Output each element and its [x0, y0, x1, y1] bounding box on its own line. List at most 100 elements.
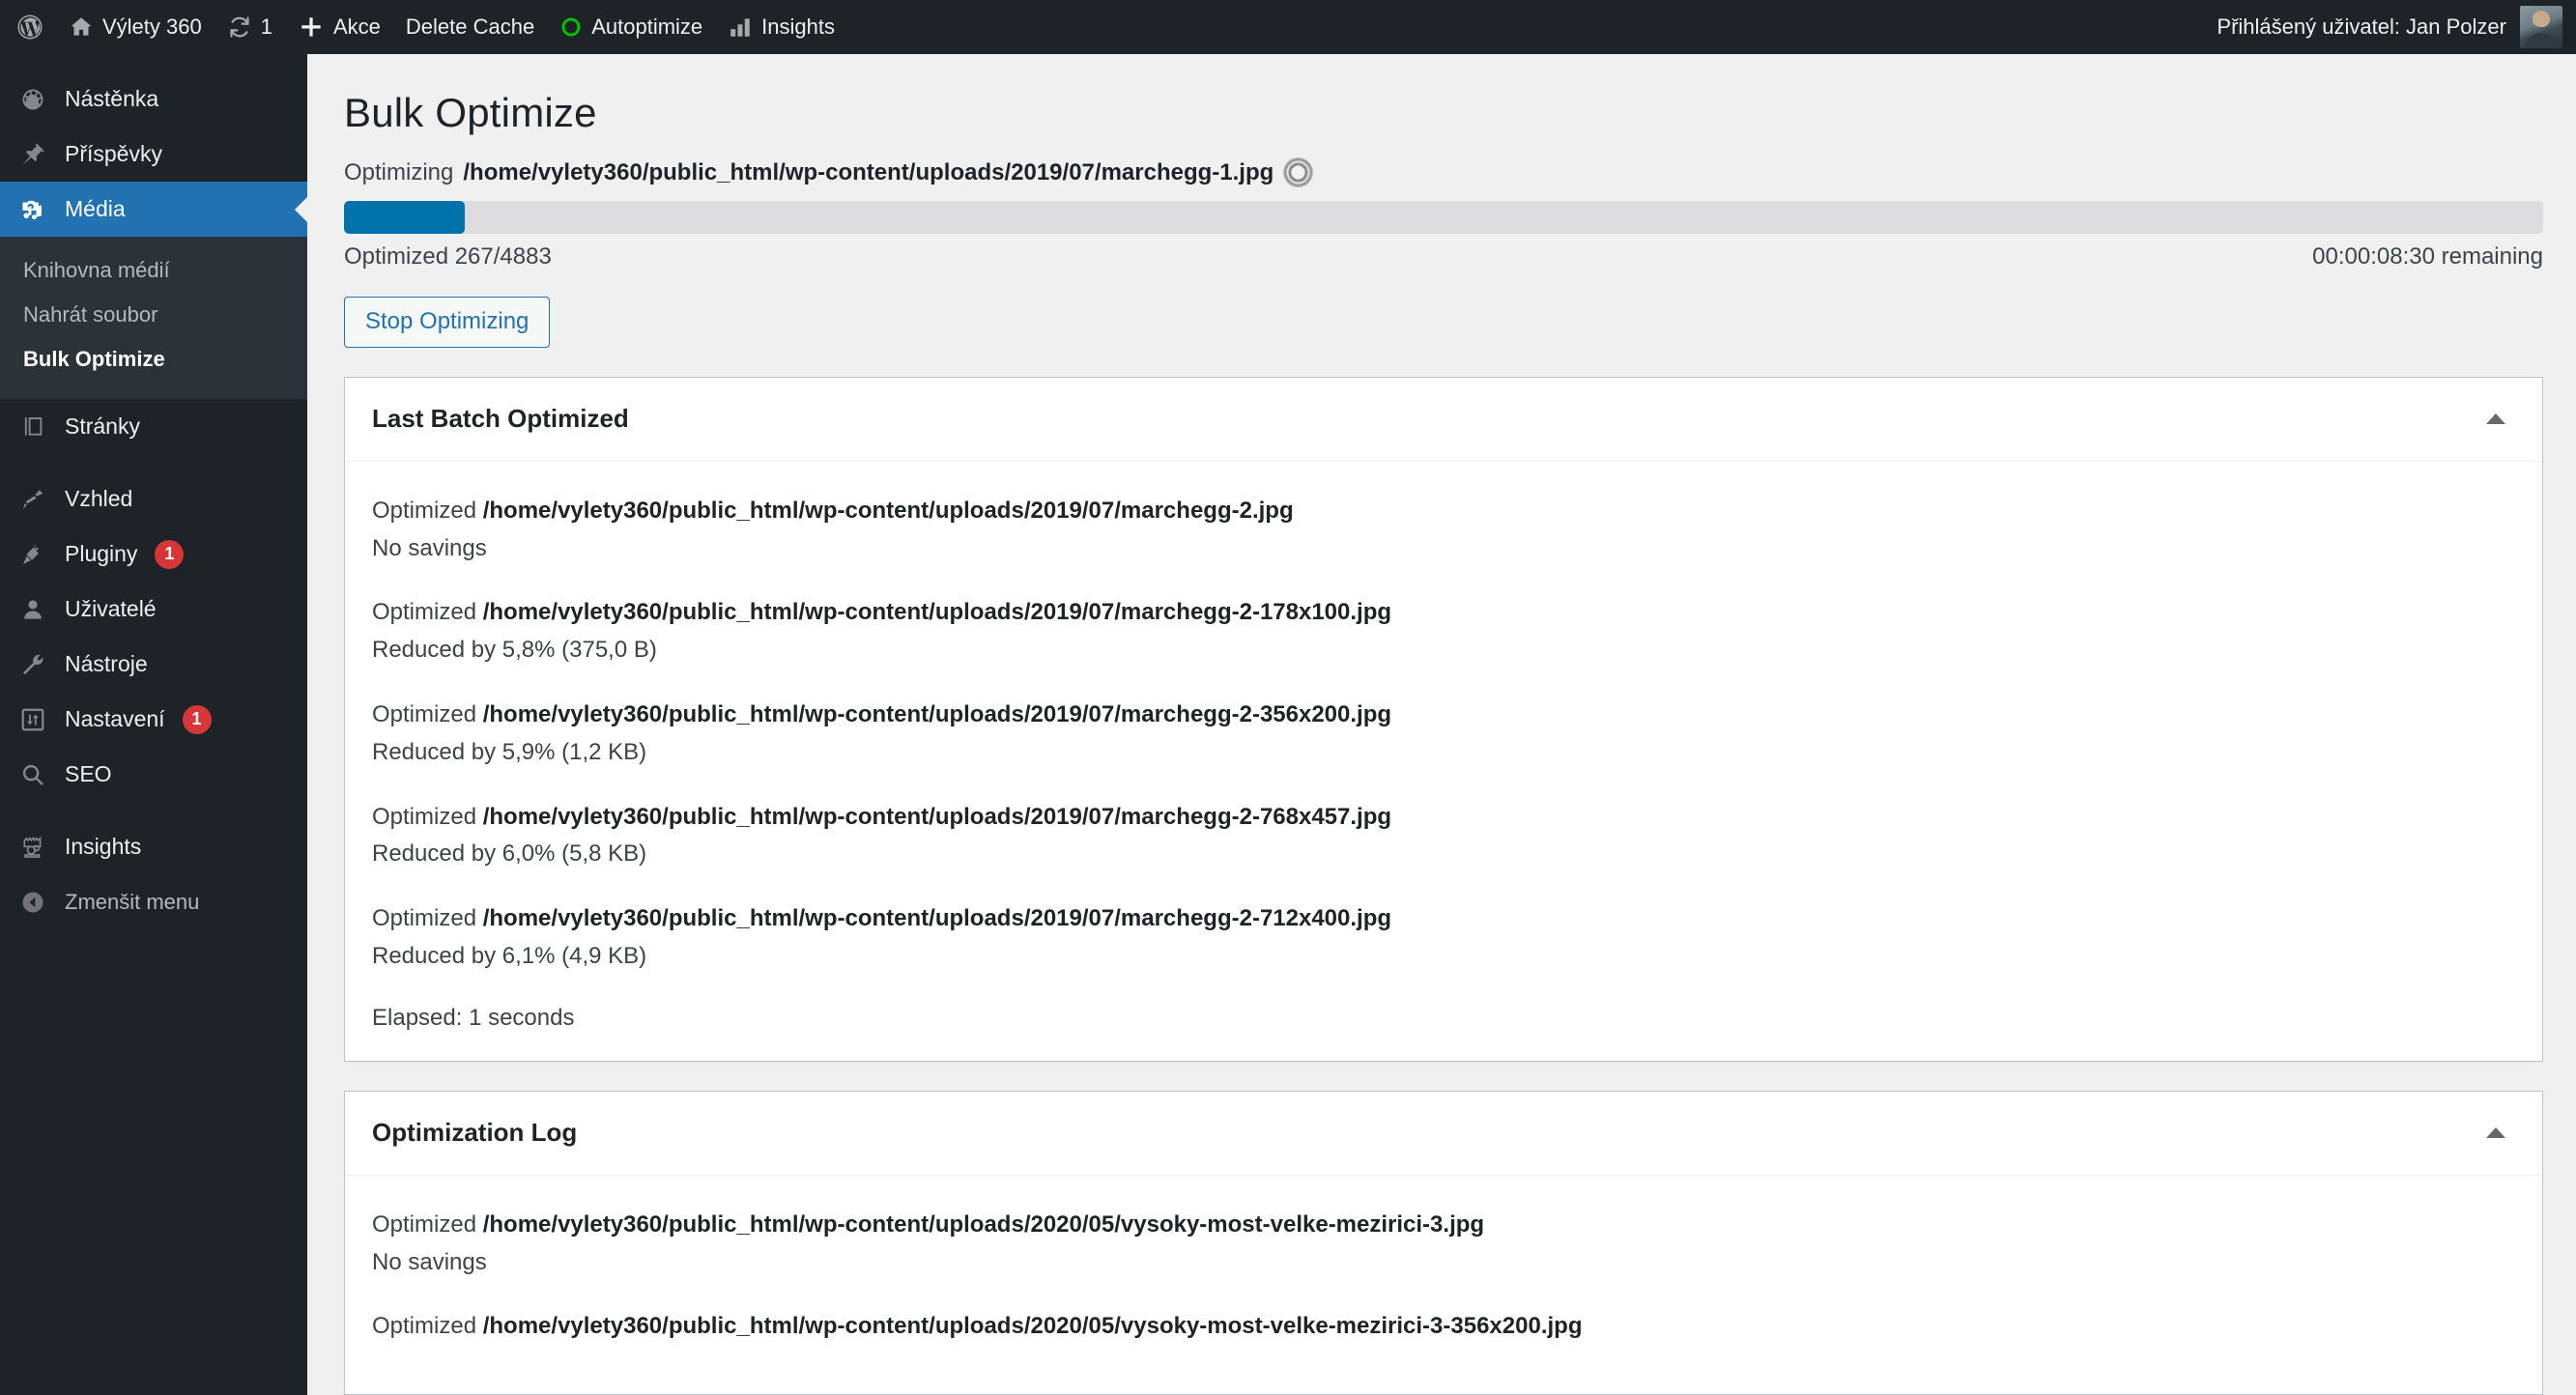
- dashboard-icon: [16, 83, 49, 116]
- sidebar-item-dashboard[interactable]: Nástěnka: [0, 71, 307, 127]
- autoptimize-label: Autoptimize: [591, 14, 703, 39]
- site-name-label: Výlety 360: [102, 14, 202, 39]
- sidebar-item-plugins[interactable]: Pluginy 1: [0, 527, 307, 582]
- home-icon: [69, 14, 94, 40]
- search-icon: [16, 758, 49, 791]
- pin-icon: [16, 138, 49, 171]
- panel-title: Last Batch Optimized: [372, 404, 629, 434]
- sidebar-item-insights[interactable]: Insights: [0, 819, 307, 874]
- sidebar-item-label: Pluginy: [65, 541, 138, 566]
- settings-sliders-icon: [16, 703, 49, 736]
- entry-prefix: Optimized: [372, 1210, 477, 1238]
- panel-body: Optimized /home/vylety360/public_html/wp…: [345, 1176, 2542, 1394]
- settings-update-badge: 1: [182, 704, 212, 734]
- sidebar-subitem-upload-file[interactable]: Nahrát soubor: [0, 293, 307, 337]
- entry-result: No savings: [372, 534, 487, 561]
- entry-result: No savings: [372, 1248, 487, 1275]
- sidebar-item-appearance[interactable]: Vzhled: [0, 471, 307, 527]
- entry-result: Reduced by 5,8% (375,0 B): [372, 637, 657, 664]
- entry-path: /home/vylety360/public_html/wp-content/u…: [482, 803, 1392, 830]
- collapse-caret-up-icon[interactable]: [2461, 397, 2531, 441]
- wordpress-logo-icon: [15, 13, 44, 42]
- collapse-caret-up-icon[interactable]: [2461, 1111, 2531, 1155]
- media-icon: [16, 193, 49, 226]
- entry-prefix: Optimized: [372, 497, 477, 524]
- optimized-count-label: Optimized 267/4883: [344, 243, 552, 270]
- wordpress-logo-button[interactable]: [0, 0, 56, 54]
- delete-cache-button[interactable]: Delete Cache: [393, 0, 547, 54]
- current-optimizing-status: Optimizing /home/vylety360/public_html/w…: [344, 157, 2543, 201]
- log-entry: Optimized /home/vylety360/public_html/wp…: [372, 791, 2515, 894]
- update-icon: [227, 14, 252, 40]
- panel-header[interactable]: Last Batch Optimized: [345, 378, 2542, 462]
- progress-meta-row: Optimized 267/4883 00:00:08:30 remaining: [344, 234, 2543, 270]
- sidebar-subitem-bulk-optimize[interactable]: Bulk Optimize: [0, 337, 307, 382]
- entry-path: /home/vylety360/public_html/wp-content/u…: [482, 905, 1392, 932]
- avatar: [2520, 6, 2562, 48]
- insights-button[interactable]: Insights: [715, 0, 847, 54]
- sidebar-item-tools[interactable]: Nástroje: [0, 637, 307, 692]
- sidebar-item-settings[interactable]: Nastavení 1: [0, 692, 307, 747]
- sidebar-item-label: Insights: [65, 834, 142, 859]
- sidebar-item-label: SEO: [65, 761, 112, 786]
- entry-prefix: Optimized: [372, 1313, 477, 1340]
- caret-up-glyph: [2486, 1127, 2505, 1139]
- sidebar-item-label: Média: [65, 196, 126, 221]
- plugin-plug-icon: [16, 538, 49, 571]
- autoptimize-circle-icon: [559, 15, 583, 39]
- menu-spacer-bottom: [0, 802, 307, 819]
- log-entry: Optimized /home/vylety360/public_html/wp…: [372, 893, 2515, 995]
- optimize-progress-fill: [344, 201, 466, 234]
- collapse-menu-label: Zmenšit menu: [65, 889, 200, 914]
- optimizing-file-path: /home/vylety360/public_html/wp-content/u…: [463, 158, 1274, 185]
- loading-spinner-icon: [1283, 157, 1314, 187]
- page-title: Bulk Optimize: [344, 90, 597, 135]
- panel-header[interactable]: Optimization Log: [345, 1092, 2542, 1176]
- pages-icon: [16, 411, 49, 443]
- plugins-update-badge: 1: [155, 539, 185, 569]
- collapse-arrow-icon: [16, 886, 49, 919]
- sidebar-subitem-media-library[interactable]: Knihovna médií: [0, 248, 307, 293]
- sidebar-item-label: Příspěvky: [65, 141, 162, 166]
- panel-body: Optimized /home/vylety360/public_html/wp…: [345, 462, 2542, 1061]
- new-content-button[interactable]: Akce: [285, 0, 393, 54]
- delete-cache-label: Delete Cache: [405, 14, 535, 39]
- caret-up-glyph: [2486, 413, 2505, 425]
- entry-path: /home/vylety360/public_html/wp-content/u…: [482, 1313, 1583, 1340]
- my-account-button[interactable]: Přihlášený uživatel: Jan Polzer: [2217, 6, 2576, 48]
- entry-path: /home/vylety360/public_html/wp-content/u…: [482, 497, 1294, 524]
- optimizing-prefix-label: Optimizing: [344, 158, 454, 185]
- bar-chart-icon: [728, 14, 753, 40]
- site-name-button[interactable]: Výlety 360: [56, 0, 215, 54]
- log-entry: Optimized /home/vylety360/public_html/wp…: [372, 689, 2515, 791]
- entry-prefix: Optimized: [372, 905, 477, 932]
- panel-title: Optimization Log: [372, 1118, 578, 1148]
- updates-button[interactable]: 1: [215, 0, 285, 54]
- stop-optimizing-button[interactable]: Stop Optimizing: [344, 297, 551, 348]
- sidebar-item-label: Stránky: [65, 413, 140, 439]
- admin-sidebar-menu: Nástěnka Příspěvky Média Knihovna médií …: [0, 54, 307, 1395]
- autoptimize-button[interactable]: Autoptimize: [547, 0, 715, 54]
- plus-icon: [298, 14, 325, 41]
- entry-path: /home/vylety360/public_html/wp-content/u…: [482, 599, 1392, 626]
- menu-spacer-mid: [0, 454, 307, 471]
- entry-result: Reduced by 6,0% (5,8 KB): [372, 840, 647, 868]
- sidebar-item-label: Nástroje: [65, 651, 148, 676]
- insights-label: Insights: [761, 14, 835, 39]
- main-content: Bulk Optimize Optimizing /home/vylety360…: [307, 54, 2576, 1395]
- sidebar-item-users[interactable]: Uživatelé: [0, 582, 307, 637]
- new-content-label: Akce: [332, 14, 381, 39]
- last-batch-optimized-panel: Last Batch Optimized Optimized /home/vyl…: [344, 376, 2543, 1062]
- sidebar-item-media[interactable]: Média: [0, 182, 307, 237]
- sidebar-item-label: Nástěnka: [65, 86, 159, 111]
- log-entry: Optimized /home/vylety360/public_html/wp…: [372, 586, 2515, 689]
- optimization-log-panel: Optimization Log Optimized /home/vylety3…: [344, 1090, 2543, 1395]
- sidebar-item-pages[interactable]: Stránky: [0, 399, 307, 454]
- users-icon: [16, 593, 49, 626]
- entry-result: Reduced by 5,9% (1,2 KB): [372, 738, 647, 765]
- sidebar-item-label: Nastavení: [65, 706, 165, 731]
- elapsed-label: Elapsed: 1 seconds: [372, 1004, 575, 1031]
- sidebar-item-seo[interactable]: SEO: [0, 747, 307, 802]
- sidebar-item-posts[interactable]: Příspěvky: [0, 127, 307, 182]
- collapse-menu-button[interactable]: Zmenšit menu: [0, 874, 307, 929]
